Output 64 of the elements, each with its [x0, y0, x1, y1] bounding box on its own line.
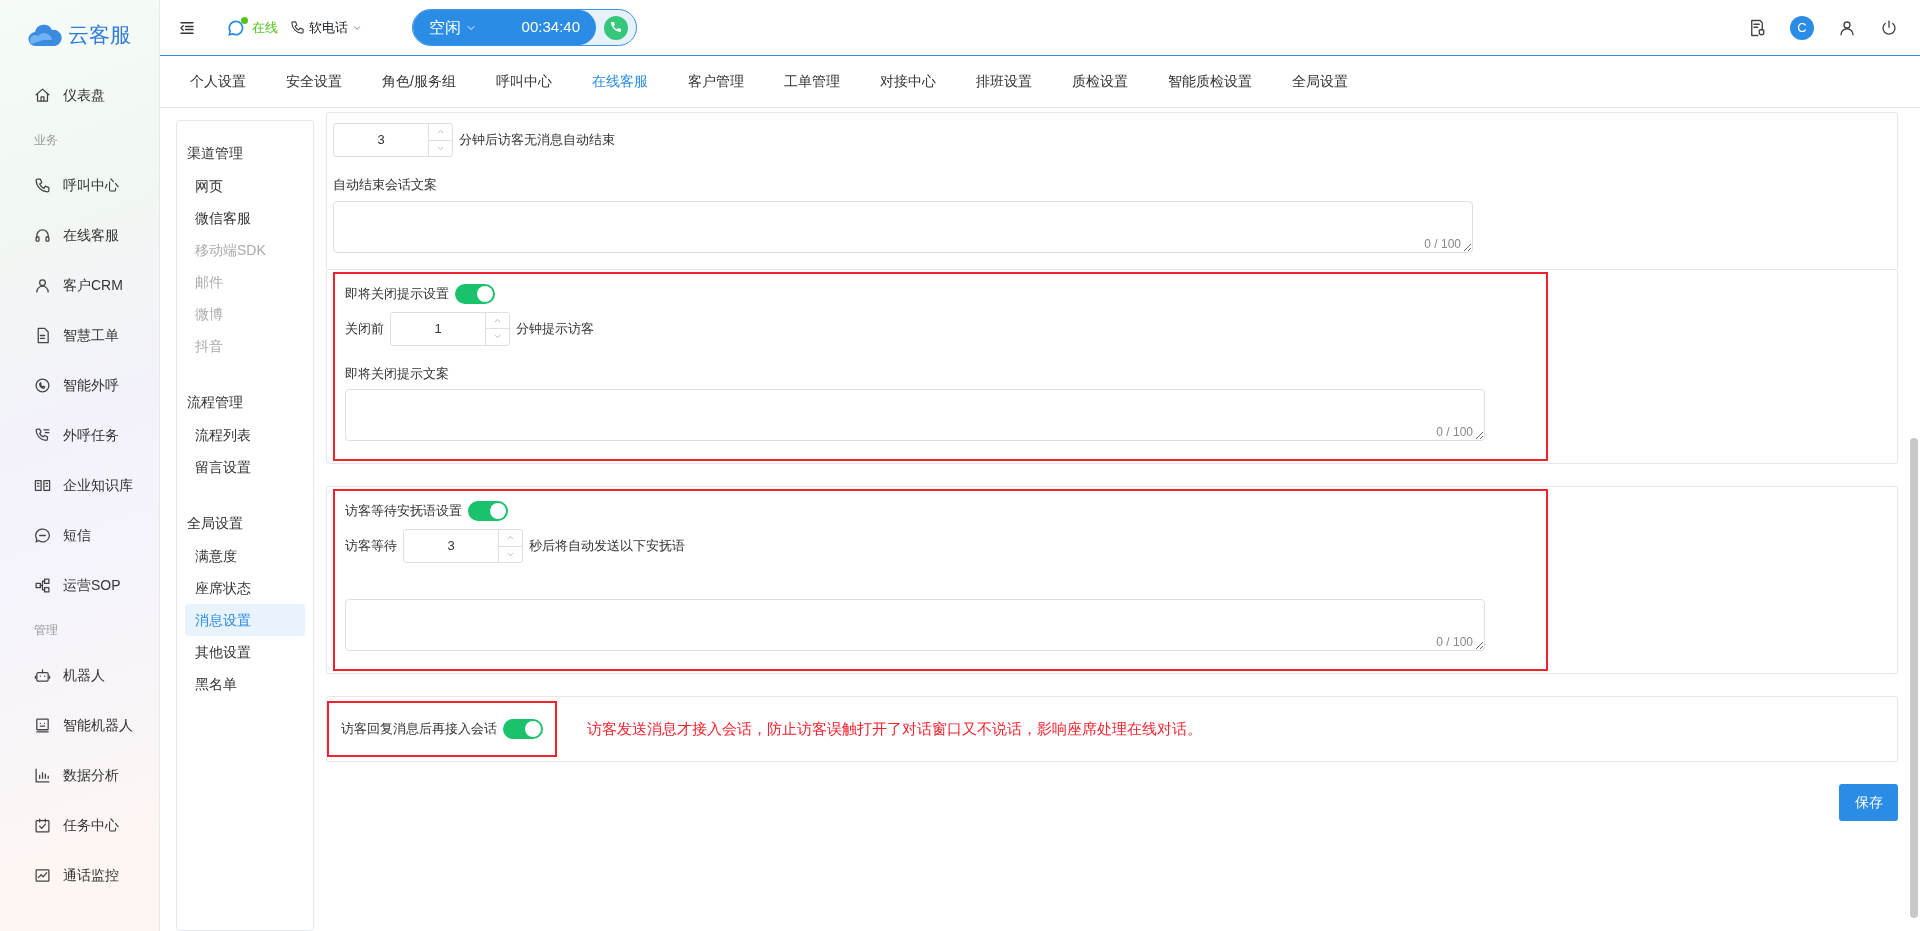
sidebar-item[interactable]: 通话监控: [0, 850, 159, 900]
number-field[interactable]: 3: [403, 529, 523, 563]
field-label: 访客等待: [345, 537, 397, 556]
sidebar-item[interactable]: 客户CRM: [0, 260, 159, 310]
tab[interactable]: 质检设置: [1051, 71, 1148, 92]
sidebar-section-label: 业务: [33, 132, 59, 149]
note-text: 访客发送消息才接入会话，防止访客误触打开了对话窗口又不说话，影响座席处理在线对话。: [587, 718, 1202, 739]
field-label: 关闭前: [345, 319, 384, 338]
sidebar-item[interactable]: 外呼任务: [0, 410, 159, 460]
tab[interactable]: 角色/服务组: [362, 71, 476, 92]
menu-item[interactable]: 流程列表: [185, 419, 305, 451]
tab[interactable]: 排班设置: [955, 71, 1052, 92]
menu-item[interactable]: 其他设置: [185, 636, 305, 668]
sidebar-item[interactable]: 在线客服: [0, 210, 159, 260]
tab[interactable]: 呼叫中心: [475, 71, 572, 92]
tab[interactable]: 工单管理: [763, 71, 860, 92]
menu-item[interactable]: 座席状态: [185, 572, 305, 604]
toggle-label: 访客回复消息后再接入会话: [341, 720, 497, 739]
menu-item[interactable]: 微信客服: [185, 202, 305, 234]
status-dropdown[interactable]: 空闲: [429, 15, 477, 40]
toggle-label: 访客等待安抚语设置: [345, 502, 462, 521]
avatar[interactable]: C: [1790, 15, 1814, 40]
sidebar-item[interactable]: 智慧工单: [0, 310, 159, 360]
sidebar-item[interactable]: 仪表盘: [0, 70, 159, 120]
logo-text: 云客服: [68, 22, 131, 49]
field-label: 秒后将自动发送以下安抚语: [529, 537, 685, 556]
tab[interactable]: 智能质检设置: [1147, 71, 1272, 92]
menu-group-title: 全局设置: [186, 514, 244, 533]
field-label: 分钟后访客无消息自动结束: [459, 131, 615, 150]
menu-group-title: 渠道管理: [186, 144, 244, 163]
tab[interactable]: 全局设置: [1271, 71, 1368, 92]
char-counter: 0 / 100: [1436, 424, 1473, 441]
sidebar-item[interactable]: 数据分析: [0, 750, 159, 800]
char-counter: 0 / 100: [1436, 634, 1473, 651]
menu-item[interactable]: 黑名单: [185, 668, 305, 700]
menu-item[interactable]: 满意度: [185, 540, 305, 572]
softphone-dropdown[interactable]: 软电话: [290, 17, 362, 38]
sidebar-item[interactable]: 智能外呼: [0, 360, 159, 410]
sidebar-item[interactable]: 运营SOP: [0, 560, 159, 610]
sidebar-item[interactable]: 企业知识库: [0, 460, 159, 510]
tab[interactable]: 个人设置: [170, 71, 266, 92]
call-timer: 00:34:40: [521, 17, 580, 38]
save-button[interactable]: 保存: [1839, 784, 1898, 821]
number-field[interactable]: 3: [333, 123, 453, 157]
sidebar-item[interactable]: 智能机器人: [0, 700, 159, 750]
field-label: 分钟提示访客: [516, 319, 594, 338]
sidebar-item[interactable]: 呼叫中心: [0, 160, 159, 210]
menu-item[interactable]: 留言设置: [185, 451, 305, 483]
sidebar-item[interactable]: 任务中心: [0, 800, 159, 850]
tab[interactable]: 在线客服: [571, 71, 668, 92]
field-label: 即将关闭提示文案: [345, 364, 450, 383]
tab[interactable]: 客户管理: [667, 71, 764, 92]
toggle-label: 即将关闭提示设置: [345, 284, 449, 303]
tab[interactable]: 对接中心: [859, 71, 956, 92]
tab[interactable]: 安全设置: [266, 71, 362, 92]
online-status: 在线: [252, 18, 278, 37]
char-counter: 0 / 100: [1424, 235, 1461, 253]
field-label: 自动结束会话文案: [333, 176, 438, 194]
menu-item[interactable]: 网页: [185, 170, 305, 202]
sidebar-item[interactable]: 短信: [0, 510, 159, 560]
number-field[interactable]: 1: [390, 311, 510, 346]
sidebar-item[interactable]: 机器人: [0, 650, 159, 700]
menu-group-title: 流程管理: [186, 393, 244, 412]
sidebar-section-label: 管理: [33, 622, 59, 639]
